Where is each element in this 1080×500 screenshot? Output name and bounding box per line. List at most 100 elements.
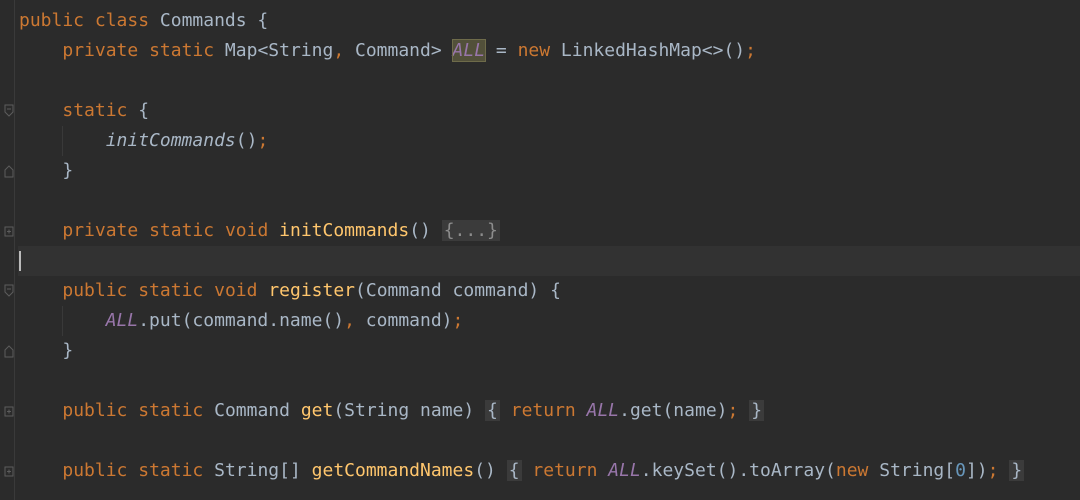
code-text: (String name)	[333, 400, 486, 421]
code-line[interactable]: initCommands();	[19, 126, 269, 156]
code-line[interactable]: private static void initCommands() {...}	[19, 216, 500, 246]
current-line-highlight	[18, 246, 1080, 276]
static-field-ref: ALL	[105, 310, 139, 331]
code-text: .get(name)	[619, 400, 728, 421]
keyword-token: ;	[727, 400, 739, 421]
code-line[interactable]: public static Command get(String name) {…	[19, 396, 765, 426]
method-name: getCommandNames	[311, 460, 475, 481]
code-text: command)	[354, 310, 453, 331]
number-literal: 0	[955, 460, 966, 481]
fold-end-icon[interactable]	[4, 164, 14, 178]
static-field-ref: ALL	[608, 460, 641, 481]
keyword-token: return	[532, 460, 598, 481]
code-line[interactable]: }	[19, 156, 73, 186]
code-line[interactable]: }	[19, 336, 73, 366]
code-text: ()	[409, 220, 442, 241]
keyword-token: ;	[257, 130, 269, 151]
keyword-token: static	[138, 400, 204, 421]
gutter-divider	[14, 0, 15, 500]
fold-expand-icon[interactable]	[4, 405, 14, 419]
method-name: register	[268, 280, 356, 301]
code-line[interactable]: public class Commands {	[19, 6, 268, 36]
keyword-token: void	[214, 280, 258, 301]
keyword-token: private	[62, 220, 139, 241]
keyword-token: static	[138, 460, 204, 481]
code-line[interactable]: static {	[19, 96, 149, 126]
keyword-token: public	[19, 10, 85, 31]
keyword-token: public	[62, 400, 128, 421]
folded-code-placeholder[interactable]: {...}	[441, 220, 500, 241]
code-text: }	[19, 340, 74, 361]
code-text: .put(command.name()	[138, 310, 345, 331]
keyword-token: static	[62, 100, 128, 121]
fold-collapse-icon[interactable]	[4, 284, 14, 298]
code-text: .keySet().toArray(	[640, 460, 836, 481]
method-name: get	[300, 400, 334, 421]
keyword-token: ;	[745, 40, 756, 61]
keyword-token: static	[138, 280, 204, 301]
code-text: String[	[868, 460, 956, 481]
keyword-token: class	[94, 10, 150, 31]
keyword-token: return	[510, 400, 576, 421]
fold-expand-icon[interactable]	[4, 465, 14, 479]
folded-brace: {	[506, 460, 522, 481]
folded-brace: {	[485, 400, 500, 421]
code-line[interactable]: public static String[] getCommandNames()…	[19, 456, 1025, 486]
code-text: Commands {	[149, 10, 269, 31]
keyword-token: ,	[344, 310, 355, 331]
keyword-token: public	[62, 280, 128, 301]
code-text: String[]	[203, 460, 312, 481]
editor-gutter	[0, 0, 18, 500]
folded-brace: }	[1009, 460, 1025, 481]
keyword-token: ;	[452, 310, 464, 331]
code-line[interactable]: private static Map<String, Command> ALL …	[19, 36, 756, 66]
keyword-token: new	[517, 40, 551, 61]
code-text: LinkedHashMap<>()	[550, 40, 746, 61]
keyword-token: new	[835, 460, 869, 481]
code-text: {	[127, 100, 150, 121]
method-call: initCommands	[105, 130, 236, 151]
code-text: =	[485, 40, 518, 61]
highlighted-field-usage: ALL	[451, 39, 487, 62]
keyword-token: void	[224, 220, 269, 241]
code-line[interactable]: public static void register(Command comm…	[19, 276, 561, 306]
folded-brace: }	[749, 400, 765, 421]
code-text: Command>	[344, 40, 453, 61]
keyword-token: ;	[987, 460, 999, 481]
code-text: Command	[203, 400, 301, 421]
method-name: initCommands	[279, 220, 410, 241]
fold-end-icon[interactable]	[4, 344, 14, 358]
code-line[interactable]: ALL.put(command.name(), command);	[19, 306, 464, 336]
keyword-token: public	[62, 460, 128, 481]
keyword-token: static	[149, 220, 215, 241]
code-editor[interactable]: public class Commands { private static M…	[0, 0, 1080, 500]
code-text: }	[19, 160, 74, 181]
code-text: (Command command) {	[355, 280, 561, 301]
fold-collapse-icon[interactable]	[4, 104, 14, 118]
keyword-token: static	[149, 40, 215, 61]
fold-expand-icon[interactable]	[4, 225, 14, 239]
code-text: ])	[965, 460, 988, 481]
code-text: ()	[235, 130, 258, 151]
